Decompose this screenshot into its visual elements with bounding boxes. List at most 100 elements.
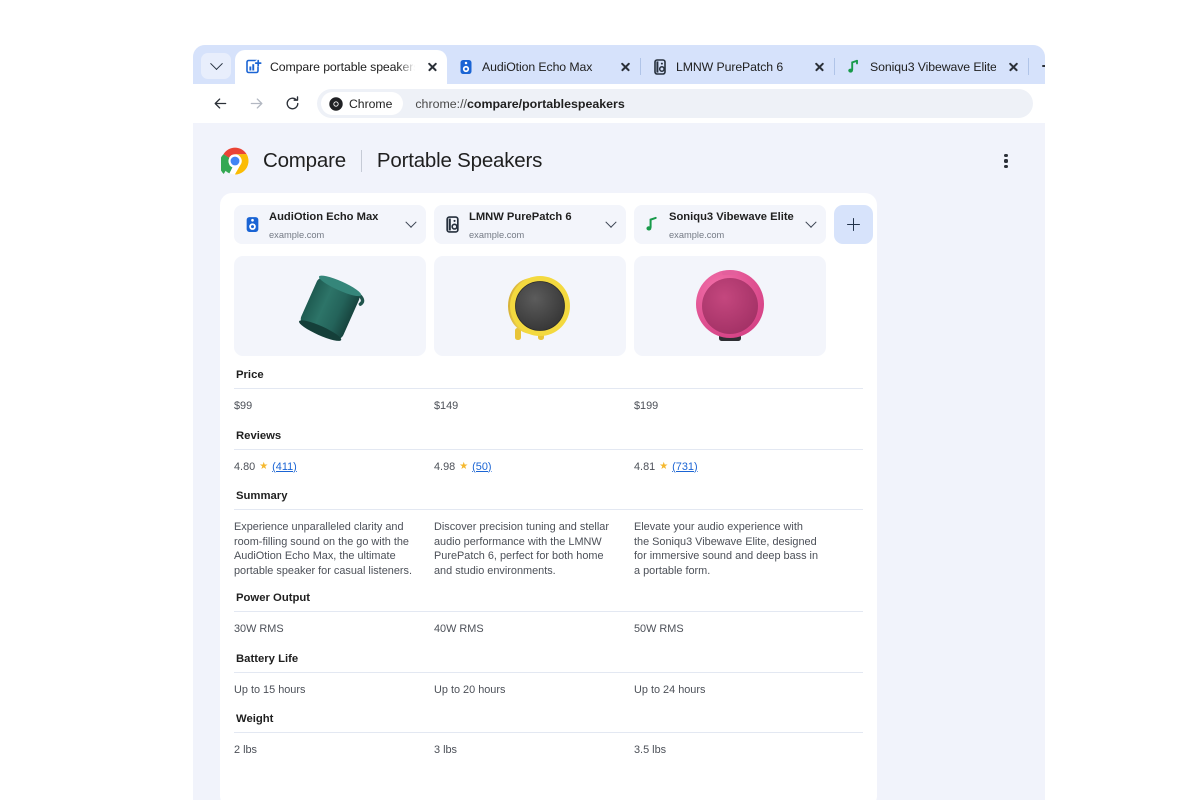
- product-domain: example.com: [469, 230, 524, 240]
- attribute-values-row: Experience unparalleled clarity and room…: [234, 510, 863, 578]
- star-icon: ★: [459, 462, 468, 472]
- chevron-down-icon[interactable]: [805, 216, 816, 227]
- new-tab-button[interactable]: [1035, 53, 1045, 79]
- review-count-link[interactable]: (731): [672, 460, 697, 475]
- chevron-down-icon[interactable]: [605, 216, 616, 227]
- address-bar[interactable]: Chrome chrome://compare/portablespeakers: [317, 89, 1033, 118]
- speaker-blue-icon: [458, 59, 474, 75]
- browser-toolbar: Chrome chrome://compare/portablespeakers: [193, 84, 1045, 123]
- header-divider: [361, 150, 362, 172]
- attribute-sections: Price $99 $149 $199 Reviews 4.80: [220, 369, 877, 774]
- product-image-2: [434, 256, 626, 356]
- attribute-value: 2 lbs: [234, 743, 434, 758]
- tab-title: AudiOtion Echo Max: [482, 60, 608, 74]
- star-icon: ★: [259, 462, 268, 472]
- product-selector-2[interactable]: LMNW PurePatch 6 example.com: [434, 205, 626, 244]
- tab-close-button[interactable]: [810, 58, 828, 76]
- attribute-label: Power Output: [234, 592, 863, 612]
- attribute-value: 3.5 lbs: [634, 743, 834, 758]
- attribute-value: Up to 15 hours: [234, 683, 434, 698]
- chrome-chip-label: Chrome: [349, 97, 392, 111]
- attribute-value: Elevate your audio experience with the S…: [634, 520, 834, 578]
- kebab-dot: [1004, 165, 1007, 168]
- review-rating: 4.81: [634, 460, 655, 475]
- star-icon: ★: [659, 462, 668, 472]
- comparison-card: AudiOtion Echo Max example.com: [220, 193, 877, 800]
- tab-soniqu3-vibewave-elite[interactable]: Soniqu3 Vibewave Elite: [835, 50, 1028, 84]
- attribute-label: Weight: [234, 713, 863, 733]
- attribute-value: Up to 24 hours: [634, 683, 834, 698]
- kebab-dot: [1004, 154, 1007, 157]
- attribute-section-summary: Summary Experience unparalleled clarity …: [234, 490, 863, 592]
- review-rating-group: 4.81 ★ (731): [634, 460, 820, 475]
- tab-audiotion-echo-max[interactable]: AudiOtion Echo Max: [447, 50, 640, 84]
- attribute-value: 4.81 ★ (731): [634, 460, 834, 475]
- attribute-values-row: 30W RMS 40W RMS 50W RMS: [234, 612, 863, 637]
- tab-title: Compare portable speakers: [270, 60, 415, 74]
- pink-round-speaker: [634, 256, 826, 356]
- tab-title: LMNW PurePatch 6: [676, 60, 802, 74]
- page-subtitle: Portable Speakers: [377, 149, 542, 173]
- attribute-value: 50W RMS: [634, 622, 834, 637]
- kebab-menu-icon[interactable]: [993, 148, 1019, 174]
- tab-title: Soniqu3 Vibewave Elite: [870, 60, 996, 74]
- attribute-value: Up to 20 hours: [434, 683, 634, 698]
- url-scheme: chrome://: [415, 97, 467, 111]
- speaker-blue-icon: [244, 216, 261, 233]
- product-selector-row: AudiOtion Echo Max example.com: [220, 205, 877, 244]
- reload-button[interactable]: [277, 89, 307, 119]
- review-count-link[interactable]: (411): [272, 460, 297, 475]
- attribute-value: $199: [634, 399, 834, 414]
- product-selector-text: LMNW PurePatch 6 example.com: [469, 207, 599, 243]
- forward-arrow-icon: [248, 95, 265, 112]
- tab-close-button[interactable]: [423, 58, 441, 76]
- review-count-link[interactable]: (50): [472, 460, 491, 475]
- product-selector-text: Soniqu3 Vibewave Elite example.com: [669, 207, 799, 243]
- add-product-button[interactable]: [834, 205, 873, 244]
- music-note-green-icon: [644, 216, 661, 233]
- product-image-1: [234, 256, 426, 356]
- review-rating: 4.98: [434, 460, 455, 475]
- chrome-chip[interactable]: Chrome: [321, 92, 403, 115]
- back-button[interactable]: [205, 89, 235, 119]
- compare-chart-plus-icon: [246, 59, 262, 75]
- music-note-green-icon: [846, 59, 862, 75]
- tab-lmnw-purepatch-6[interactable]: LMNW PurePatch 6: [641, 50, 834, 84]
- attribute-label: Price: [234, 369, 863, 389]
- kebab-dot: [1004, 159, 1007, 162]
- speaker-dark-icon: [652, 59, 668, 75]
- product-selector-1[interactable]: AudiOtion Echo Max example.com: [234, 205, 426, 244]
- attribute-section-weight: Weight 2 lbs 3 lbs 3.5 lbs: [234, 713, 863, 774]
- tab-strip: Compare portable speakers AudiOtion Echo…: [193, 45, 1045, 84]
- attribute-values-row: Up to 15 hours Up to 20 hours Up to 24 h…: [234, 673, 863, 698]
- browser-window: Compare portable speakers AudiOtion Echo…: [193, 45, 1045, 800]
- attribute-value: Discover precision tuning and stellar au…: [434, 520, 634, 578]
- tab-compare-portable-speakers[interactable]: Compare portable speakers: [235, 50, 447, 84]
- attribute-value: 40W RMS: [434, 622, 634, 637]
- attribute-section-power-output: Power Output 30W RMS 40W RMS 50W RMS: [234, 592, 863, 653]
- attribute-label: Battery Life: [234, 653, 863, 673]
- tab-search-button[interactable]: [201, 53, 231, 79]
- attribute-value: 4.98 ★ (50): [434, 460, 634, 475]
- attribute-value: 4.80 ★ (411): [234, 460, 434, 475]
- product-selector-3[interactable]: Soniqu3 Vibewave Elite example.com: [634, 205, 826, 244]
- chevron-down-icon: [210, 57, 223, 70]
- tab-close-button[interactable]: [616, 58, 634, 76]
- attribute-section-reviews: Reviews 4.80 ★ (411): [234, 430, 863, 491]
- attribute-section-battery-life: Battery Life Up to 15 hours Up to 20 hou…: [234, 653, 863, 714]
- page-content: Compare Portable Speakers: [193, 123, 1045, 800]
- attribute-value: $99: [234, 399, 434, 414]
- teal-cylinder-speaker: [234, 256, 426, 356]
- page-header: Compare Portable Speakers: [193, 123, 1045, 193]
- chrome-logo-icon: [221, 147, 249, 175]
- chevron-down-icon[interactable]: [405, 216, 416, 227]
- attribute-label: Reviews: [234, 430, 863, 450]
- forward-button[interactable]: [241, 89, 271, 119]
- product-domain: example.com: [269, 230, 324, 240]
- review-rating: 4.80: [234, 460, 255, 475]
- product-name: AudiOtion Echo Max: [269, 211, 378, 223]
- attribute-values-row: $99 $149 $199: [234, 389, 863, 414]
- attribute-value: 3 lbs: [434, 743, 634, 758]
- attribute-value: $149: [434, 399, 634, 414]
- tab-close-button[interactable]: [1004, 58, 1022, 76]
